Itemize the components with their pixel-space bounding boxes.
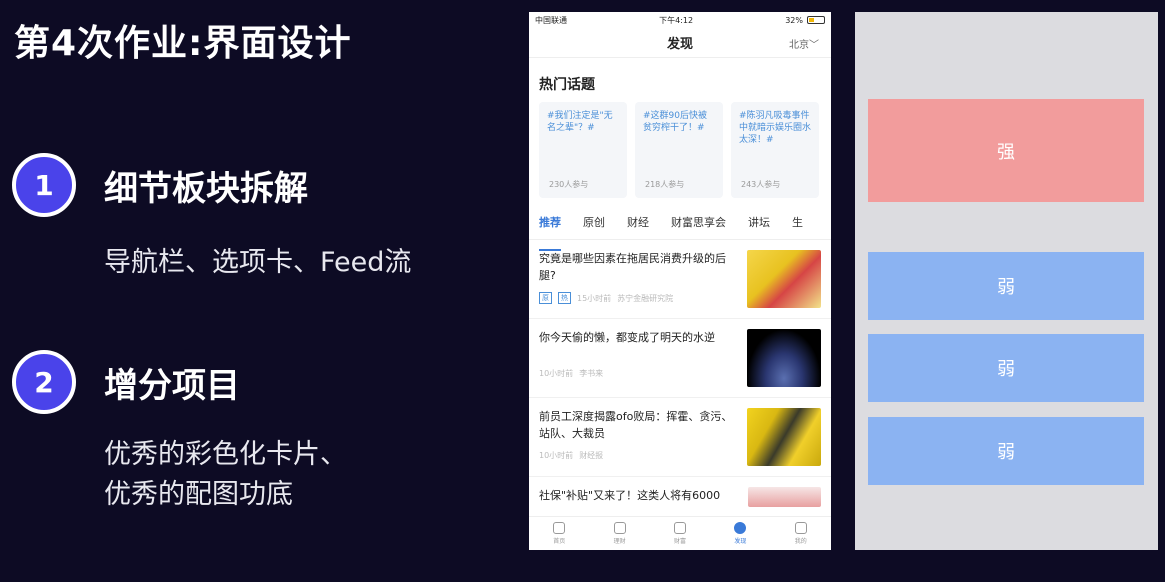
slide-title: 第4次作业:界面设计: [14, 23, 352, 64]
status-bar: 中国联通 下午4:12 32%: [529, 12, 831, 28]
section-title: 热门话题: [539, 77, 595, 93]
point-heading: 细节板块拆解: [104, 168, 308, 209]
feed-time: 10小时前: [539, 369, 574, 378]
point-detail: 优秀的彩色化卡片、: [104, 439, 347, 470]
wireframe-panel: 强 弱 弱 弱: [855, 12, 1158, 550]
chevron-down-icon: ﹀: [809, 40, 819, 51]
feed-source: 李书来: [579, 369, 604, 378]
topic-card[interactable]: #这群90后快被贫穷榨干了！# 218人参与: [635, 102, 723, 198]
feed-thumbnail: [747, 408, 821, 466]
nav-title: 发现: [666, 37, 693, 52]
user-icon: [794, 522, 807, 534]
feed-source: 财经报: [579, 451, 604, 460]
topic-card[interactable]: #陈羽凡吸毒事件中就暗示娱乐圈水太深！# 243人参与: [731, 102, 819, 198]
weak-block: 弱: [868, 334, 1144, 402]
tab-finance-mgmt[interactable]: 理财: [613, 522, 626, 545]
feed-item[interactable]: 究竟是哪些因素在拖居民消费升级的后腿? 原 热 15小时前 苏宁金融研究院: [529, 240, 831, 319]
tab-original[interactable]: 原创: [583, 214, 605, 239]
number-badge: 2: [12, 350, 76, 414]
city-selector[interactable]: 北京﹀: [789, 36, 819, 51]
feed-thumbnail: [747, 250, 821, 308]
tab-wealth-forum[interactable]: 财富思享会: [671, 214, 726, 239]
feed-thumbnail: [747, 329, 821, 387]
bottom-tab-bar: 首页 理财 财富 发现 我的: [529, 516, 831, 550]
tab-me[interactable]: 我的: [794, 522, 807, 545]
phone-screenshot: 中国联通 下午4:12 32% 发现 北京﹀ 热门话题 #我们注定是"无名之辈"…: [529, 12, 831, 550]
feed-title: 社保"补贴"又来了！这类人将有6000: [539, 489, 721, 502]
compass-icon: [734, 522, 747, 534]
tab-discover[interactable]: 发现: [734, 522, 746, 545]
feed-item[interactable]: 社保"补贴"又来了！这类人将有6000: [529, 477, 831, 507]
feed-item[interactable]: 前员工深度揭露ofo败局：挥霍、贪污、站队、大裁员 10小时前 财经报: [529, 398, 831, 477]
coin-icon: [613, 522, 626, 534]
feed-item[interactable]: 你今天偷的懒，都变成了明天的水逆 10小时前 李书来: [529, 319, 831, 398]
point-detail: 导航栏、选项卡、Feed流: [104, 247, 412, 278]
carrier-label: 中国联通: [535, 15, 567, 25]
feed-time: 10小时前: [539, 451, 574, 460]
tag-badge: 热: [558, 292, 571, 304]
number-badge: 1: [12, 153, 76, 217]
topic-card[interactable]: #我们注定是"无名之辈"？# 230人参与: [539, 102, 627, 198]
tab-lecture[interactable]: 讲坛: [748, 214, 770, 239]
battery-label: 32%: [785, 15, 803, 25]
point-1: 1 细节板块拆解: [12, 153, 308, 217]
tab-recommend[interactable]: 推荐: [539, 214, 561, 251]
bag-icon: [673, 522, 686, 534]
point-heading: 增分项目: [104, 365, 240, 406]
nav-bar: 发现 北京﹀: [529, 28, 831, 58]
feed-title: 你今天偷的懒，都变成了明天的水逆: [539, 331, 715, 344]
weak-block: 弱: [868, 417, 1144, 485]
strong-block: 强: [868, 99, 1144, 202]
time-label: 下午4:12: [659, 15, 694, 25]
feed-title: 前员工深度揭露ofo败局：挥霍、贪污、站队、大裁员: [539, 410, 733, 440]
tab-more[interactable]: 生: [792, 214, 803, 239]
feed-thumbnail: [747, 487, 821, 507]
topic-meta: 243人参与: [741, 180, 781, 189]
feed-title: 究竟是哪些因素在拖居民消费升级的后腿?: [539, 252, 726, 282]
tab-finance[interactable]: 财经: [627, 214, 649, 239]
feed-source: 苏宁金融研究院: [617, 293, 674, 303]
home-icon: [553, 522, 566, 534]
battery-icon: [807, 16, 825, 24]
topic-meta: 230人参与: [549, 180, 589, 189]
feed-time: 15小时前: [577, 293, 612, 303]
tag-badge: 原: [539, 292, 552, 304]
weak-block: 弱: [868, 252, 1144, 320]
point-detail: 优秀的配图功底: [104, 479, 293, 510]
tab-wealth[interactable]: 财富: [673, 522, 686, 545]
point-2: 2 增分项目: [12, 350, 240, 414]
tab-home[interactable]: 首页: [553, 522, 565, 545]
topic-meta: 218人参与: [645, 180, 685, 189]
topic-carousel[interactable]: #我们注定是"无名之辈"？# 230人参与 #这群90后快被贫穷榨干了！# 21…: [529, 102, 831, 202]
tab-bar-top: 推荐 原创 财经 财富思享会 讲坛 生: [529, 202, 831, 251]
